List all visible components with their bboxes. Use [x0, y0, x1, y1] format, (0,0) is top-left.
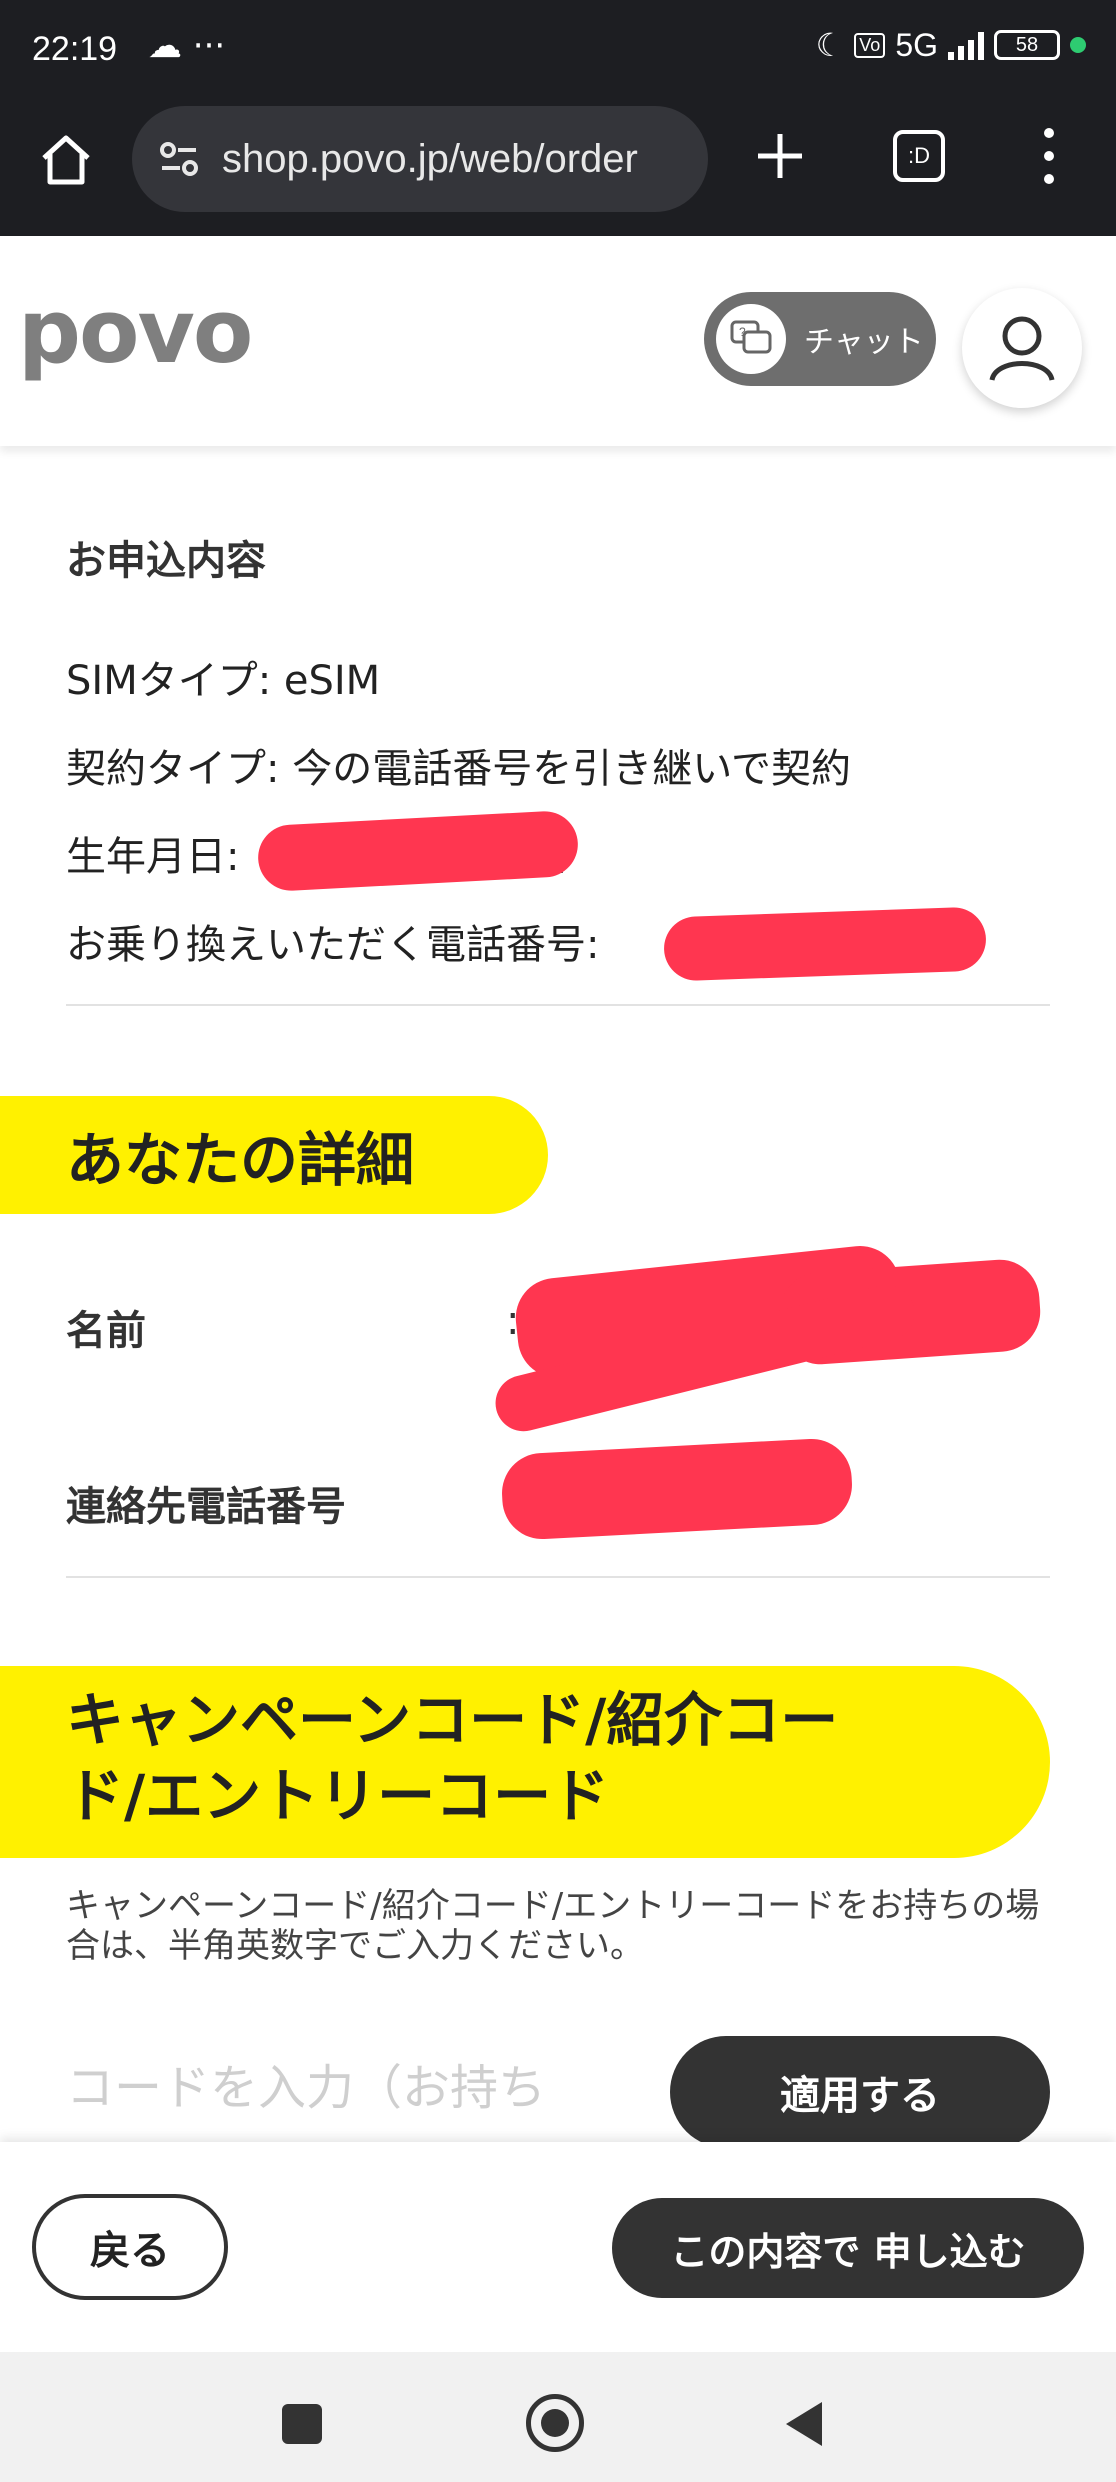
site-header: povo ? チャット: [0, 236, 1116, 446]
transfer-number-line: お乗り換えいただく電話番号:: [66, 912, 599, 970]
birthdate-label: 生年月日:: [66, 834, 240, 880]
chat-icon: ?: [716, 304, 786, 374]
sim-type-line: SIMタイプ: eSIM: [66, 658, 381, 704]
redaction-transfer-number: [662, 906, 988, 982]
home-nav-icon[interactable]: [526, 2394, 584, 2452]
battery-icon: 58: [994, 30, 1060, 60]
status-time: 22:19: [32, 30, 118, 68]
back-button[interactable]: 戻る: [32, 2194, 228, 2300]
account-button[interactable]: [962, 288, 1082, 408]
url-bar[interactable]: shop.povo.jp/web/order: [132, 106, 708, 212]
home-icon[interactable]: [36, 130, 96, 190]
moon-icon: ☾: [815, 27, 845, 63]
apply-code-button[interactable]: 適用する: [670, 2036, 1050, 2148]
svg-text:?: ?: [739, 325, 746, 339]
divider: [66, 1576, 1050, 1578]
status-bar: 22:19 ☁ ··· ☾ Vo 5G 58: [0, 0, 1116, 100]
user-icon: [989, 316, 1055, 381]
site-settings-icon[interactable]: [156, 136, 202, 182]
campaign-description: キャンペーンコード/紹介コード/エントリーコードをお持ちの場合は、半角英数字でご…: [66, 1886, 1040, 1966]
url-text: shop.povo.jp/web/order: [222, 136, 638, 181]
campaign-heading-line2: ド/エントリーコード: [66, 1762, 610, 1830]
your-details-heading: あなたの詳細: [0, 1096, 548, 1214]
name-label: 名前: [66, 1308, 146, 1354]
transfer-number-label: お乗り換えいただく電話番号:: [66, 922, 600, 968]
campaign-code-input[interactable]: [66, 2032, 636, 2144]
recents-icon[interactable]: [282, 2404, 322, 2444]
new-tab-icon[interactable]: [752, 128, 808, 184]
contact-phone-label: 連絡先電話番号: [66, 1484, 346, 1530]
back-nav-icon[interactable]: [786, 2402, 822, 2446]
signal-icon: [948, 30, 984, 60]
campaign-code-heading: キャンペーンコード/紹介コー ド/エントリーコード: [0, 1666, 1050, 1858]
contract-type-line: 契約タイプ: 今の電話番号を引き継いで契約: [66, 746, 851, 792]
privacy-dot-icon: [1070, 37, 1086, 53]
divider: [66, 1004, 1050, 1006]
campaign-heading-line1: キャンペーンコード/紹介コー: [66, 1686, 839, 1754]
redaction-contact-phone: [499, 1436, 855, 1542]
action-bar: 戻る この内容で 申し込む: [0, 2142, 1116, 2352]
chat-label: チャット: [804, 325, 924, 360]
system-nav-bar: [0, 2352, 1116, 2482]
status-right-icons: ☾ Vo 5G 58: [816, 26, 1086, 64]
submit-order-button[interactable]: この内容で 申し込む: [612, 2198, 1084, 2298]
network-type: 5G: [895, 26, 938, 63]
povo-logo[interactable]: povo: [18, 288, 253, 376]
chat-button[interactable]: ? チャット: [704, 292, 936, 386]
order-summary-heading: お申込内容: [66, 538, 266, 584]
tab-switcher-button[interactable]: :D: [893, 130, 945, 182]
more-menu-icon[interactable]: [1040, 128, 1058, 184]
volte-icon: Vo: [854, 32, 886, 58]
notification-icons: ☁ ···: [148, 26, 226, 66]
browser-toolbar: shop.povo.jp/web/order :D: [0, 100, 1116, 236]
